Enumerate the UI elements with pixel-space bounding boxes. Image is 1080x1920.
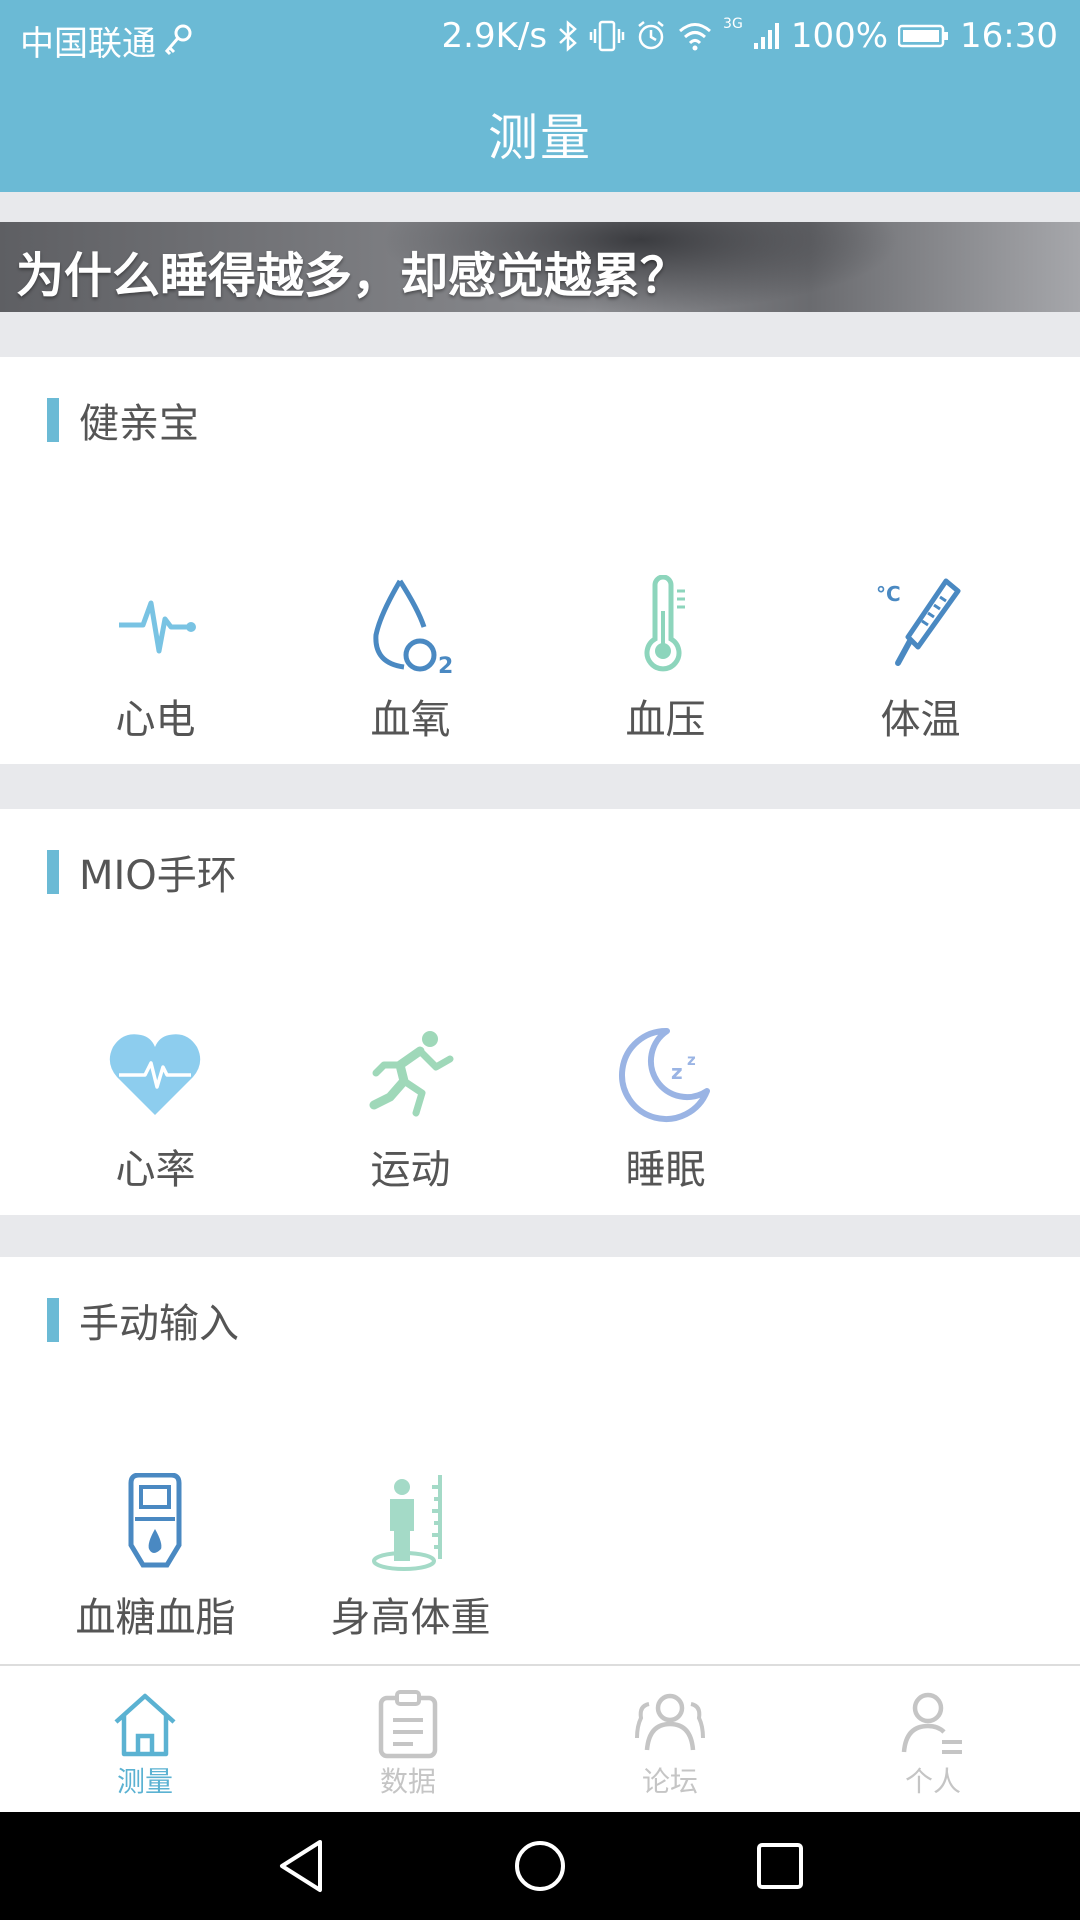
status-bar: 中国联通 2.9K/s 3G 100% 16:30: [0, 0, 1080, 75]
net-speed: 2.9K/s: [441, 16, 548, 56]
carrier-info: 中国联通: [20, 16, 192, 65]
tab-profile[interactable]: 个人: [798, 1666, 1068, 1814]
exercise-button[interactable]: 运动: [283, 1025, 538, 1193]
clock: 16:30: [960, 16, 1058, 56]
home-icon: [114, 1693, 176, 1757]
heart-rate-icon: [109, 1034, 201, 1115]
section-header: 手动输入: [47, 1291, 239, 1349]
height-weight-button[interactable]: 身高体重: [283, 1473, 538, 1641]
recent-apps-icon[interactable]: [750, 1836, 810, 1896]
blood-pressure-button[interactable]: 血压: [538, 575, 793, 743]
tab-data[interactable]: 数据: [273, 1666, 543, 1814]
signal-icon: [753, 23, 779, 49]
tab-measure[interactable]: 测量: [10, 1666, 280, 1814]
clipboard-icon: [378, 1690, 438, 1759]
section-accent-bar: [47, 850, 59, 894]
person-icon: [901, 1692, 962, 1754]
section-accent-bar: [47, 1298, 59, 1342]
network-type: 3G: [723, 16, 743, 32]
section-items: 心率 运动 z z 睡眠: [0, 1025, 1080, 1193]
system-navigation-bar: [0, 1812, 1080, 1920]
moon-sleep-icon: z z: [619, 1027, 710, 1122]
tab-label: 数据: [379, 1765, 436, 1798]
item-label: 身高体重: [330, 1595, 491, 1641]
clinical-thermometer-icon: °C: [876, 578, 961, 666]
back-icon[interactable]: [272, 1836, 332, 1896]
article-banner[interactable]: 为什么睡得越多，却感觉越累？: [0, 222, 1080, 312]
wifi-icon: [679, 23, 712, 51]
tab-label: 测量: [116, 1765, 173, 1798]
tab-forum[interactable]: 论坛: [535, 1666, 805, 1814]
battery-icon: [898, 24, 949, 48]
banner-text: 为什么睡得越多，却感觉越累？: [16, 248, 689, 304]
item-label: 运动: [370, 1147, 451, 1193]
heart-rate-button[interactable]: 心率: [28, 1025, 283, 1193]
tab-label: 论坛: [641, 1765, 698, 1798]
section-items: 心电 2 血氧 血压 °C 体温: [0, 575, 1080, 743]
section-header: MIO手环: [47, 843, 237, 901]
sleep-button[interactable]: z z 睡眠: [538, 1025, 793, 1193]
section-mio-band: MIO手环 心率 运动 z z 睡眠: [0, 809, 1080, 1215]
blood-oxygen-icon: 2: [373, 579, 453, 675]
item-label: 血糖血脂: [75, 1595, 236, 1641]
height-scale-icon: [372, 1475, 442, 1571]
svg-text:°C: °C: [876, 582, 901, 606]
svg-text:z: z: [687, 1051, 696, 1069]
section-title: 手动输入: [79, 1301, 239, 1347]
bottom-tab-bar: 测量 数据 论坛 个人: [0, 1664, 1080, 1812]
item-label: 体温: [880, 697, 961, 743]
section-items: 血糖血脂 身高体重: [0, 1473, 1080, 1641]
item-label: 心电: [115, 697, 196, 743]
key-icon: [164, 24, 192, 55]
section-jianqinbao: 健亲宝 心电 2 血氧 血压 °C 体温: [0, 357, 1080, 764]
bluetooth-icon: [559, 20, 577, 52]
page-title: 测量: [488, 108, 592, 167]
item-label: 血压: [625, 697, 706, 743]
thermometer-icon: [644, 575, 685, 672]
alarm-icon: [638, 21, 664, 50]
glucose-meter-icon: [128, 1473, 182, 1568]
section-header: 健亲宝: [47, 391, 199, 449]
section-manual-input: 手动输入 血糖血脂 身高体重: [0, 1257, 1080, 1664]
title-bar: 测量: [0, 75, 1080, 192]
svg-text:2: 2: [438, 654, 453, 675]
section-title: MIO手环: [79, 853, 237, 899]
running-icon: [369, 1031, 454, 1117]
vibrate-icon: [589, 20, 625, 52]
ecg-icon: [119, 600, 196, 654]
item-label: 血氧: [370, 697, 451, 743]
carrier-name: 中国联通: [20, 24, 156, 64]
blood-oxygen-button[interactable]: 2 血氧: [283, 575, 538, 743]
battery-percent: 100%: [790, 16, 889, 56]
ecg-button[interactable]: 心电: [28, 575, 283, 743]
body-temperature-button[interactable]: °C 体温: [793, 575, 1048, 743]
status-indicators: 2.9K/s 3G 100% 16:30: [442, 16, 1059, 56]
glucose-lipid-button[interactable]: 血糖血脂: [28, 1473, 283, 1641]
home-circle-icon[interactable]: [510, 1836, 570, 1896]
svg-text:z: z: [671, 1060, 683, 1084]
item-label: 心率: [115, 1147, 196, 1193]
tab-label: 个人: [904, 1765, 961, 1798]
section-accent-bar: [47, 398, 59, 442]
section-title: 健亲宝: [79, 401, 199, 447]
item-label: 睡眠: [625, 1147, 706, 1193]
people-icon: [635, 1693, 705, 1751]
